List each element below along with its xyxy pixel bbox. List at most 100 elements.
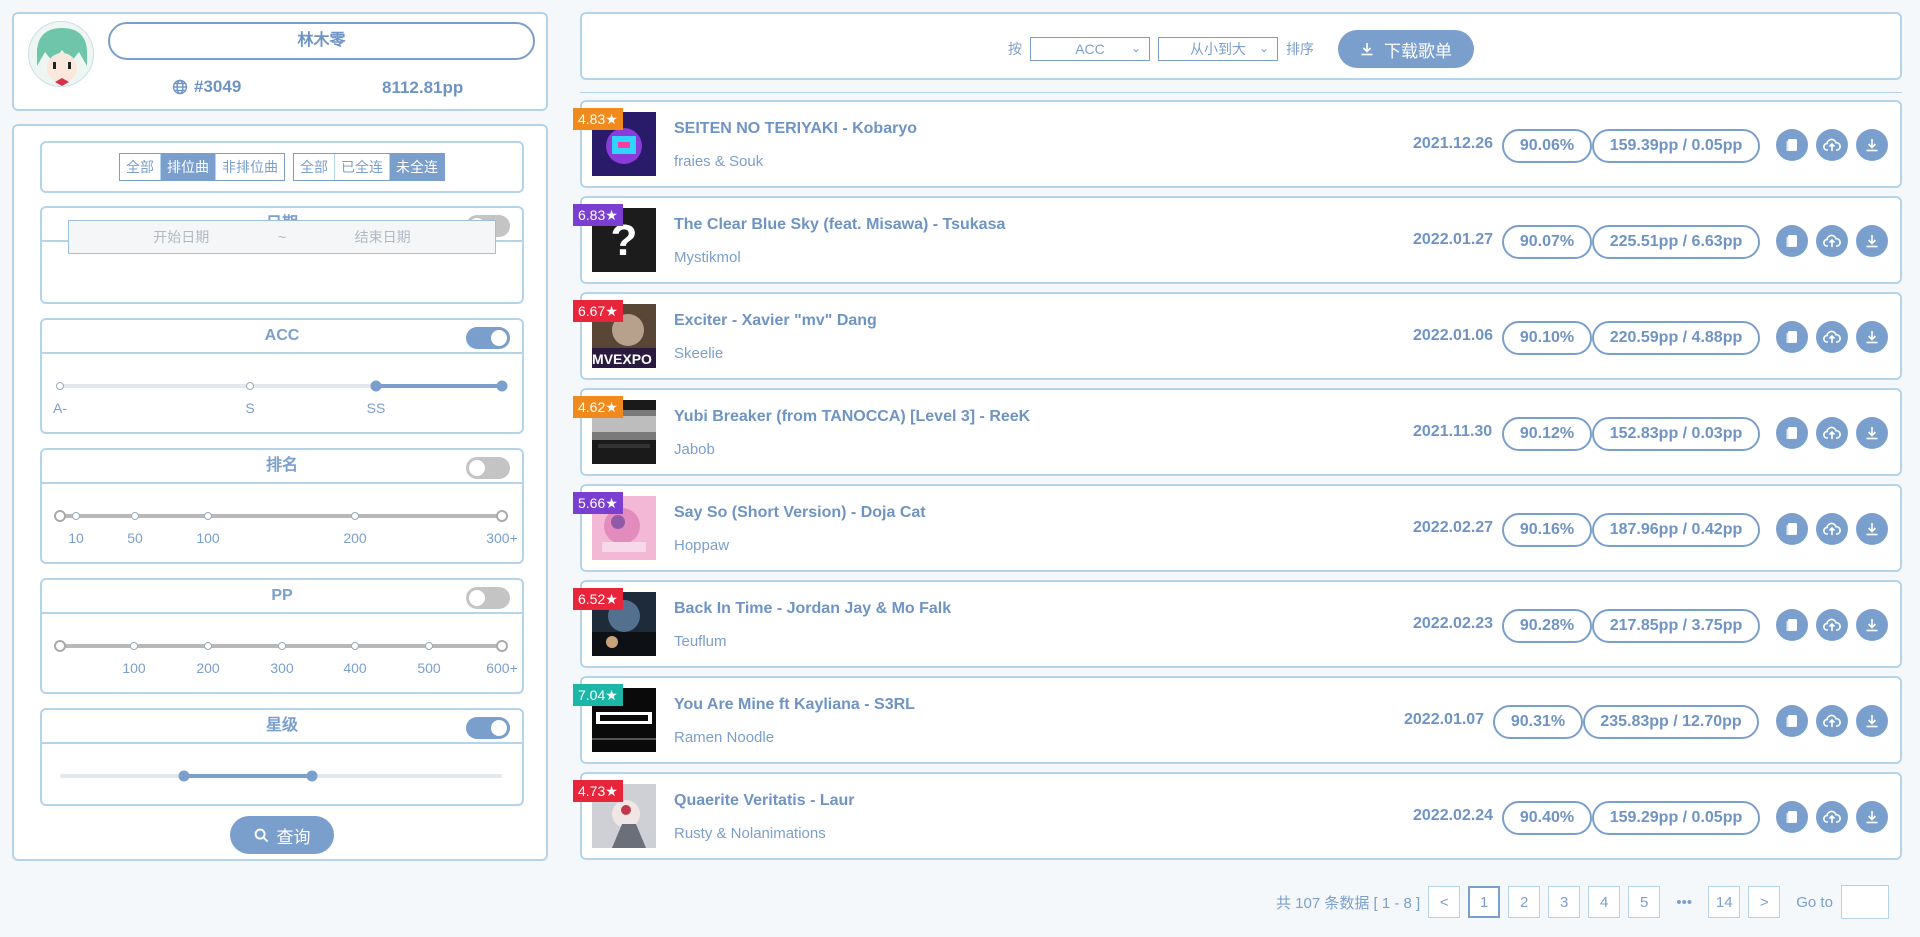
download-button[interactable] xyxy=(1856,801,1888,833)
avatar[interactable] xyxy=(28,21,94,87)
song-title[interactable]: You Are Mine ft Kayliana - S3RL xyxy=(674,696,915,714)
song-row[interactable]: 4.73★ Quaerite Veritatis - Laur Rusty & … xyxy=(573,772,1902,860)
prev-page-button[interactable]: < xyxy=(1428,886,1461,918)
last-page-button[interactable]: 14 xyxy=(1708,886,1741,918)
song-mapper[interactable]: Skeelie xyxy=(674,345,723,362)
download-icon xyxy=(1866,811,1878,824)
cloud-upload-button[interactable] xyxy=(1816,801,1848,833)
copy-icon xyxy=(1786,139,1797,151)
song-title[interactable]: Say So (Short Version) - Doja Cat xyxy=(674,504,926,522)
song-mapper[interactable]: Mystikmol xyxy=(674,249,741,266)
pp-label: 500 xyxy=(417,660,441,676)
username-box[interactable]: 林木零 xyxy=(108,22,535,60)
goto-page-input[interactable] xyxy=(1840,885,1889,919)
cloud-upload-button[interactable] xyxy=(1816,417,1848,449)
download-button[interactable] xyxy=(1856,417,1888,449)
sort-field-value: ACC xyxy=(1075,41,1105,57)
sort-field-select[interactable]: ACC ⌄ xyxy=(1030,37,1150,61)
song-row[interactable]: 7.04★ You Are Mine ft Kayliana - S3RL Ra… xyxy=(573,676,1902,764)
download-button[interactable] xyxy=(1856,513,1888,545)
song-mapper[interactable]: fraies & Souk xyxy=(674,153,763,170)
cloud-upload-button[interactable] xyxy=(1816,129,1848,161)
full-combo-tab[interactable]: 全部 xyxy=(294,154,335,180)
rank-slider-track[interactable] xyxy=(60,514,502,518)
ranked-type-tab[interactable]: 非排位曲 xyxy=(216,154,284,180)
page-button[interactable]: 4 xyxy=(1588,886,1621,918)
song-row[interactable]: ? 6.83★ The Clear Blue Sky (feat. Misawa… xyxy=(573,196,1902,284)
download-button[interactable] xyxy=(1856,321,1888,353)
song-mapper[interactable]: Teuflum xyxy=(674,633,727,650)
copy-button[interactable] xyxy=(1776,321,1808,353)
cloud-upload-button[interactable] xyxy=(1816,225,1848,257)
download-button[interactable] xyxy=(1856,129,1888,161)
page-button[interactable]: 5 xyxy=(1628,886,1661,918)
download-button[interactable] xyxy=(1856,609,1888,641)
download-button[interactable] xyxy=(1856,225,1888,257)
cloud-upload-button[interactable] xyxy=(1816,705,1848,737)
song-title[interactable]: Quaerite Veritatis - Laur xyxy=(674,792,855,810)
copy-button[interactable] xyxy=(1776,513,1808,545)
song-title[interactable]: Back In Time - Jordan Jay & Mo Falk xyxy=(674,600,951,618)
song-row[interactable]: MVEXPO 6.67★ Exciter - Xavier "mv" Dang … xyxy=(573,292,1902,380)
end-date-placeholder[interactable]: 结束日期 xyxy=(355,227,411,247)
cloud-upload-button[interactable] xyxy=(1816,321,1848,353)
song-row[interactable]: 5.66★ Say So (Short Version) - Doja Cat … xyxy=(573,484,1902,572)
pp-tick xyxy=(204,642,212,650)
rank-toggle[interactable] xyxy=(466,457,510,479)
rank-filter-label: 排名 xyxy=(265,457,298,474)
acc-toggle[interactable] xyxy=(466,327,510,349)
song-title[interactable]: SEITEN NO TERIYAKI - Kobaryo xyxy=(674,120,917,138)
copy-button[interactable] xyxy=(1776,609,1808,641)
star-toggle[interactable] xyxy=(466,717,510,739)
song-row[interactable]: 4.83★ SEITEN NO TERIYAKI - Kobaryo fraie… xyxy=(573,100,1902,188)
acc-handle-min[interactable] xyxy=(370,380,382,392)
sort-order-select[interactable]: 从小到大 ⌄ xyxy=(1158,37,1278,61)
star-handle-max[interactable] xyxy=(306,770,318,782)
page-button[interactable]: 1 xyxy=(1468,886,1501,918)
pp-label: 200 xyxy=(196,660,220,676)
song-title[interactable]: Yubi Breaker (from TANOCCA) [Level 3] - … xyxy=(674,408,1030,426)
song-mapper[interactable]: Ramen Noodle xyxy=(674,729,774,746)
rank-handle-max[interactable] xyxy=(496,510,508,522)
cloud-upload-button[interactable] xyxy=(1816,609,1848,641)
song-row[interactable]: 4.62★ Yubi Breaker (from TANOCCA) [Level… xyxy=(573,388,1902,476)
full-combo-tab[interactable]: 已全连 xyxy=(335,154,390,180)
pp-handle-max[interactable] xyxy=(496,640,508,652)
rank-handle-min[interactable] xyxy=(54,510,66,522)
acc-filter-label: ACC xyxy=(264,327,300,344)
ranked-type-tab[interactable]: 全部 xyxy=(120,154,161,180)
song-row[interactable]: 6.52★ Back In Time - Jordan Jay & Mo Fal… xyxy=(573,580,1902,668)
copy-button[interactable] xyxy=(1776,225,1808,257)
page-button[interactable]: 3 xyxy=(1548,886,1581,918)
acc-label-s: S xyxy=(245,400,255,416)
date-range-input[interactable]: 开始日期 ~ 结束日期 xyxy=(68,220,496,254)
pagination-summary: 共 107 条数据 [ 1 - 8 ] xyxy=(1276,894,1421,912)
star-handle-min[interactable] xyxy=(178,770,190,782)
copy-button[interactable] xyxy=(1776,417,1808,449)
pp-filter: PP 100 200 300 400 500 600+ xyxy=(40,578,524,694)
song-title[interactable]: The Clear Blue Sky (feat. Misawa) - Tsuk… xyxy=(674,216,1005,234)
pp-label: 100 xyxy=(122,660,146,676)
copy-button[interactable] xyxy=(1776,801,1808,833)
query-button[interactable]: 查询 xyxy=(230,816,334,854)
ranked-type-tab[interactable]: 排位曲 xyxy=(161,154,216,180)
download-icon xyxy=(1866,427,1878,440)
full-combo-tab[interactable]: 未全连 xyxy=(390,154,444,180)
next-page-button[interactable]: > xyxy=(1748,886,1781,918)
acc-handle-max[interactable] xyxy=(496,380,508,392)
download-playlist-button[interactable]: 下载歌单 xyxy=(1338,30,1474,68)
song-title[interactable]: Exciter - Xavier "mv" Dang xyxy=(674,312,877,330)
pp-handle-min[interactable] xyxy=(54,640,66,652)
song-mapper[interactable]: Jabob xyxy=(674,441,715,458)
pp-toggle[interactable] xyxy=(466,587,510,609)
copy-button[interactable] xyxy=(1776,705,1808,737)
page-button[interactable]: 2 xyxy=(1508,886,1541,918)
download-button[interactable] xyxy=(1856,705,1888,737)
cloud-upload-button[interactable] xyxy=(1816,513,1848,545)
star-rating-badge: 4.62★ xyxy=(573,396,623,418)
start-date-placeholder[interactable]: 开始日期 xyxy=(153,227,209,247)
pagination-ellipsis[interactable]: ••• xyxy=(1668,894,1700,911)
copy-button[interactable] xyxy=(1776,129,1808,161)
song-mapper[interactable]: Hoppaw xyxy=(674,537,729,554)
song-mapper[interactable]: Rusty & Nolanimations xyxy=(674,825,826,842)
